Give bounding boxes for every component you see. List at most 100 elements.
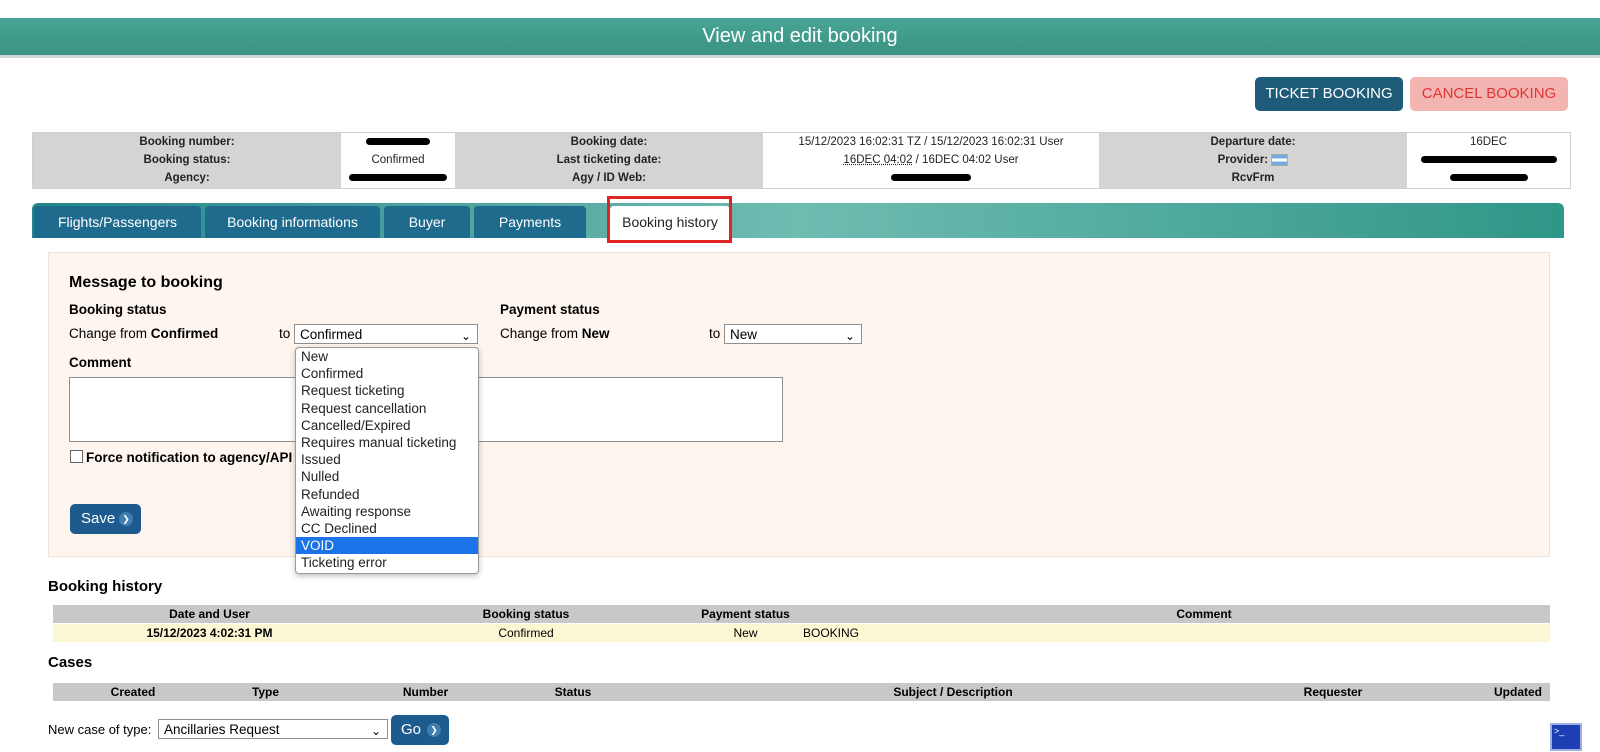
- last-ticketing-value: 16DEC 04:02 / 16DEC 04:02 User: [763, 151, 1099, 169]
- save-label: Save: [81, 510, 116, 527]
- booking-current-status: Confirmed: [150, 326, 219, 341]
- chevron-down-icon: ⌄: [370, 724, 381, 738]
- history-header: Payment status: [701, 607, 790, 621]
- highlight-box: [607, 196, 732, 243]
- payment-status-select[interactable]: New ⌄: [724, 324, 862, 344]
- redacted-agency: [349, 174, 447, 182]
- dropdown-option[interactable]: Ticketing error: [296, 554, 478, 571]
- booking-date-label: Booking date:: [570, 136, 648, 148]
- history-cell-comment: BOOKING: [803, 626, 860, 640]
- arrow-right-icon: ❯: [427, 723, 441, 737]
- payment-current-status: New: [581, 326, 610, 341]
- dropdown-option[interactable]: Cancelled/Expired: [296, 417, 478, 434]
- chevron-down-icon: ⌄: [844, 329, 855, 343]
- dropdown-option[interactable]: Awaiting response: [296, 503, 478, 520]
- flag-icon: [1271, 153, 1289, 166]
- new-case-type-select[interactable]: Ancillaries Request ⌄: [158, 719, 388, 739]
- provider-label: Provider:: [1217, 154, 1269, 166]
- history-header-row: Date and User Booking status Payment sta…: [53, 605, 1550, 623]
- go-button[interactable]: Go ❯: [391, 715, 449, 745]
- tab-flights-passengers[interactable]: Flights/Passengers: [34, 206, 201, 238]
- booking-number-label: Booking number:: [139, 136, 235, 148]
- booking-change-text: Change from Confirmed: [69, 326, 218, 341]
- booking-status-select[interactable]: Confirmed ⌄: [294, 324, 478, 344]
- tab-buyer[interactable]: Buyer: [384, 206, 470, 238]
- summary-values-3: 16DEC: [1407, 133, 1570, 188]
- cases-header: Requester: [1303, 685, 1363, 699]
- summary-values-2: 15/12/2023 16:02:31 TZ / 15/12/2023 16:0…: [763, 133, 1099, 188]
- logo: [150, 0, 180, 8]
- redacted-booking-number: [366, 138, 430, 146]
- dropdown-option[interactable]: Issued: [296, 451, 478, 468]
- provider-row: Provider:: [1099, 151, 1407, 169]
- cases-header: Type: [251, 685, 280, 699]
- summary-values-1: Confirmed: [341, 133, 455, 188]
- booking-status-value: Confirmed: [371, 154, 425, 166]
- save-button[interactable]: Save ❯: [70, 504, 141, 534]
- agency-label: Agency:: [164, 172, 210, 184]
- chevron-down-icon: ⌄: [460, 329, 471, 343]
- message-title: Message to booking: [69, 274, 223, 291]
- history-title: Booking history: [48, 578, 163, 595]
- history-cell-date: 15/12/2023 4:02:31 PM: [146, 626, 273, 640]
- tab-booking-informations[interactable]: Booking informations: [205, 206, 380, 238]
- new-case-label: New case of type:: [48, 722, 152, 737]
- dropdown-option[interactable]: Request ticketing: [296, 382, 478, 399]
- booking-summary: Booking number: Booking status: Agency: …: [32, 132, 1571, 189]
- departure-date-value: 16DEC: [1469, 136, 1508, 148]
- redacted-rcvfrm: [1449, 174, 1528, 182]
- force-notification-checkbox[interactable]: [70, 450, 83, 463]
- dropdown-option[interactable]: CC Declined: [296, 520, 478, 537]
- dropdown-option-highlighted[interactable]: VOID: [296, 537, 478, 555]
- rcvfrm-label: RcvFrm: [1231, 172, 1275, 184]
- cases-header-row: Created Type Number Status Subject / Des…: [53, 683, 1550, 701]
- booking-date-value: 15/12/2023 16:02:31 TZ / 15/12/2023 16:0…: [798, 136, 1064, 148]
- summary-labels-1: Booking number: Booking status: Agency:: [33, 133, 341, 188]
- cases-title: Cases: [48, 654, 93, 671]
- history-header: Date and User: [169, 607, 250, 621]
- to-label: to: [279, 326, 291, 341]
- payment-change-from-label: Change from: [500, 326, 582, 341]
- terminal-icon[interactable]: >_: [1550, 723, 1582, 751]
- redacted-agy-id: [891, 174, 971, 182]
- departure-date-label: Departure date:: [1210, 136, 1296, 148]
- redacted-provider: [1420, 156, 1557, 164]
- last-ticketing-label: Last ticketing date:: [556, 154, 662, 166]
- page-title: View and edit booking: [0, 18, 1600, 58]
- dropdown-option[interactable]: Requires manual ticketing: [296, 434, 478, 451]
- payment-change-text: Change from New: [500, 326, 610, 341]
- payment-to-label: to: [709, 326, 721, 341]
- dropdown-option[interactable]: Request cancellation: [296, 400, 478, 417]
- go-label: Go: [401, 721, 422, 738]
- summary-labels-2: Booking date: Last ticketing date: Agy /…: [455, 133, 763, 188]
- booking-status-selected: Confirmed: [300, 327, 363, 342]
- comment-label: Comment: [69, 355, 132, 370]
- ticket-booking-button[interactable]: TICKET BOOKING: [1255, 77, 1403, 111]
- new-case-type-selected: Ancillaries Request: [164, 722, 280, 737]
- dropdown-option[interactable]: Nulled: [296, 468, 478, 485]
- booking-status-dropdown: New Confirmed Request ticketing Request …: [295, 347, 479, 574]
- booking-status-label: Booking status:: [143, 154, 231, 166]
- change-from-label: Change from: [69, 326, 151, 341]
- tab-payments[interactable]: Payments: [474, 206, 586, 238]
- arrow-right-icon: ❯: [119, 512, 133, 526]
- force-notification-label: Force notification to agency/API: [86, 450, 293, 465]
- payment-status-selected: New: [730, 327, 758, 342]
- dropdown-option[interactable]: New: [296, 348, 478, 365]
- tab-bar: Flights/Passengers Booking informations …: [32, 203, 1564, 238]
- cases-header: Updated: [1494, 685, 1542, 699]
- cases-header: Status: [554, 685, 592, 699]
- history-header: Comment: [1176, 607, 1232, 621]
- cases-header: Created: [110, 685, 156, 699]
- table-row: 15/12/2023 4:02:31 PM Confirmed New BOOK…: [53, 624, 1550, 642]
- dropdown-option[interactable]: Refunded: [296, 486, 478, 503]
- summary-labels-3: Departure date: Provider: RcvFrm: [1099, 133, 1407, 188]
- cancel-booking-button[interactable]: CANCEL BOOKING: [1410, 77, 1568, 111]
- dropdown-option[interactable]: Confirmed: [296, 365, 478, 382]
- payment-status-heading: Payment status: [500, 302, 600, 317]
- cases-header: Subject / Description: [893, 685, 1013, 699]
- last-ticketing-user: / 16DEC 04:02 User: [912, 154, 1019, 166]
- booking-status-heading: Booking status: [69, 302, 167, 317]
- agy-id-label: Agy / ID Web:: [572, 172, 646, 184]
- last-ticketing-tooltip[interactable]: 16DEC 04:02: [843, 154, 912, 166]
